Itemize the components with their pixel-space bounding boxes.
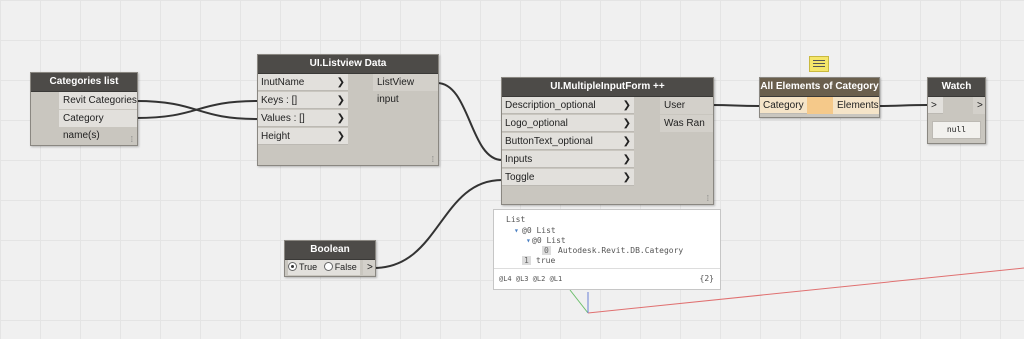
preview-list-item: @0 List: [532, 236, 566, 245]
port-label: Logo_optional: [505, 118, 568, 129]
port-label: >: [931, 100, 937, 111]
port-label: Keys : []: [261, 95, 298, 106]
preview-index: 0: [542, 246, 551, 255]
port-label: Category name(s): [63, 113, 104, 141]
radio-false[interactable]: False: [323, 262, 357, 272]
node-title[interactable]: Categories list: [31, 73, 137, 92]
resize-grip[interactable]: ⁞: [131, 135, 133, 144]
highlight-port-slot: [807, 97, 833, 114]
wire-listview-to-inputs: [436, 82, 503, 161]
listview-data-node[interactable]: UI.Listview Data InutName ❯ Keys : [] ❯ …: [257, 54, 439, 166]
output-port-listview-input[interactable]: ListView input: [373, 74, 438, 105]
chevron-right-icon: ❯: [336, 77, 345, 88]
chevron-right-icon: ❯: [622, 100, 631, 111]
radio-label: False: [334, 262, 357, 272]
comment-icon[interactable]: [809, 56, 829, 72]
preview-value: Autodesk.Revit.DB.Category: [558, 246, 684, 255]
output-port-elements[interactable]: Elements: [833, 97, 879, 114]
wire-boolean-to-toggle: [373, 179, 503, 269]
preview-list-item: @0 List: [522, 226, 556, 235]
watch-node[interactable]: Watch > > null: [927, 77, 986, 144]
input-port-description-optional[interactable]: Description_optional ❯: [502, 97, 634, 114]
chevron-right-icon: ❯: [622, 136, 631, 147]
input-port-logo-optional[interactable]: Logo_optional ❯: [502, 115, 634, 132]
port-label: >: [367, 262, 373, 273]
node-title[interactable]: UI.MultipleInputForm ++: [502, 78, 713, 97]
radio-true[interactable]: True: [288, 262, 317, 272]
port-label: Elements: [837, 100, 879, 111]
multiple-input-form-node[interactable]: UI.MultipleInputForm ++ Description_opti…: [501, 77, 714, 205]
port-label: Revit Categories: [63, 95, 137, 106]
wire-catname-to-keys: [135, 100, 259, 119]
output-port-was-ran[interactable]: Was Ran: [660, 115, 713, 132]
output-port-user-inputs[interactable]: User Inputs: [660, 97, 713, 128]
preview-index: 1: [522, 256, 531, 265]
wire-userinputs-to-category: [711, 104, 760, 107]
output-port-revit-categories[interactable]: Revit Categories: [59, 92, 137, 109]
tree-expand-icon[interactable]: ▾: [514, 226, 519, 235]
input-port-toggle[interactable]: Toggle ❯: [502, 169, 634, 186]
watch-value: null: [946, 125, 967, 134]
input-port-buttontext-optional[interactable]: ButtonText_optional ❯: [502, 133, 634, 150]
chevron-right-icon: ❯: [336, 95, 345, 106]
chevron-right-icon: ❯: [336, 113, 345, 124]
node-title[interactable]: Watch: [928, 78, 985, 97]
chevron-right-icon: ❯: [622, 118, 631, 129]
preview-divider: [494, 268, 720, 269]
resize-grip[interactable]: ⁞: [707, 194, 709, 203]
port-label: Height: [261, 131, 290, 142]
port-label: Inputs: [505, 154, 533, 165]
port-label: InutName: [261, 77, 305, 88]
watch-output-port[interactable]: >: [973, 97, 985, 114]
categories-list-node[interactable]: Categories list Revit Categories Categor…: [30, 72, 138, 146]
wire-elements-to-watch: [877, 104, 928, 107]
node-title[interactable]: Boolean: [285, 241, 375, 260]
input-port-height[interactable]: Height ❯: [258, 128, 348, 145]
input-port-values[interactable]: Values : [] ❯: [258, 110, 348, 127]
port-label: >: [977, 100, 983, 111]
radio-unselected-icon: [323, 262, 333, 272]
input-port-inputs[interactable]: Inputs ❯: [502, 151, 634, 168]
axis-green-line: [569, 289, 589, 314]
port-label: ListView input: [377, 77, 415, 105]
preview-count: {2}: [699, 274, 714, 283]
watch-input-port[interactable]: >: [928, 97, 943, 114]
output-port-category-names[interactable]: Category name(s): [59, 110, 137, 141]
node-title[interactable]: UI.Listview Data: [258, 55, 438, 74]
tree-expand-icon[interactable]: ▾: [526, 236, 531, 245]
preview-levels[interactable]: @L4 @L3 @L2 @L1: [499, 275, 562, 283]
watch-value-box: null: [932, 121, 981, 139]
resize-grip[interactable]: ⁞: [432, 155, 434, 164]
port-label: Category: [763, 100, 804, 111]
boolean-output-port[interactable]: >: [363, 260, 375, 275]
port-label: Was Ran: [664, 118, 705, 129]
boolean-radio-group: True False: [288, 260, 360, 275]
chevron-right-icon: ❯: [622, 172, 631, 183]
input-port-category[interactable]: Category: [760, 97, 807, 114]
chevron-right-icon: ❯: [336, 131, 345, 142]
node-preview-bubble[interactable]: List ▾ @0 List ▾ @0 List 0 Autodesk.Revi…: [493, 209, 721, 290]
port-label: Toggle: [505, 172, 535, 183]
all-elements-of-category-node[interactable]: All Elements of Category Category Elemen…: [759, 77, 880, 118]
preview-value: true: [536, 256, 556, 265]
port-label: Values : []: [261, 113, 305, 124]
chevron-right-icon: ❯: [622, 154, 631, 165]
radio-selected-icon: [288, 262, 297, 272]
radio-label: True: [299, 262, 318, 272]
port-label: Description_optional: [505, 100, 596, 111]
preview-list-label: List: [506, 215, 526, 224]
port-label: ButtonText_optional: [505, 136, 593, 147]
input-port-keys[interactable]: Keys : [] ❯: [258, 92, 348, 109]
input-port-inutname[interactable]: InutName ❯: [258, 74, 348, 91]
boolean-node[interactable]: Boolean True False >: [284, 240, 376, 277]
node-title[interactable]: All Elements of Category: [760, 78, 879, 97]
